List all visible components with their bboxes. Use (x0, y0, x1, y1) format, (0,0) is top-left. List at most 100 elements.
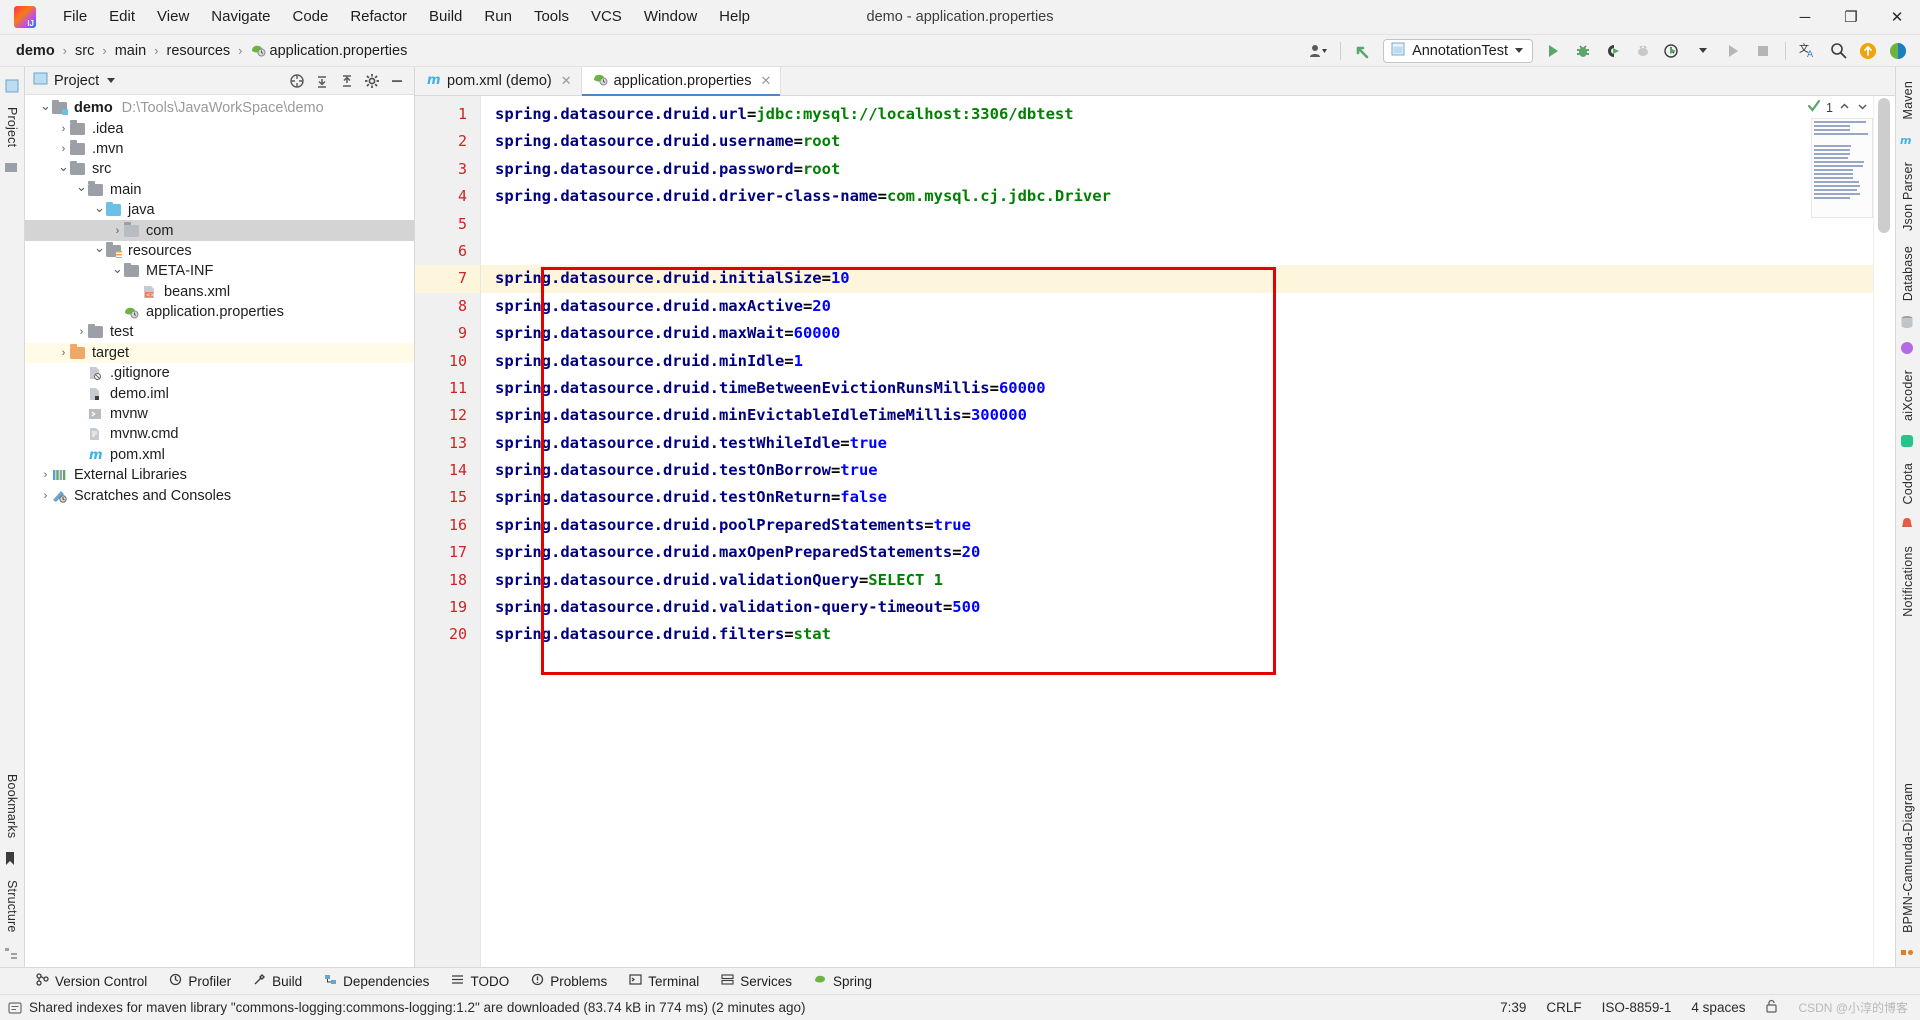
code-line[interactable]: spring.datasource.druid.timeBetweenEvict… (481, 375, 1873, 402)
tree-node-meta-inf[interactable]: ⌄ META-INF (25, 261, 414, 281)
tree-node-beans-xml[interactable]: <> beans.xml (25, 282, 414, 302)
line-number[interactable]: 6 (415, 238, 480, 265)
inspection-widget[interactable]: 1 (1807, 99, 1869, 116)
line-separator[interactable]: CRLF (1546, 1000, 1581, 1015)
maximize-button[interactable]: ❐ (1828, 0, 1874, 34)
stop-button[interactable] (1749, 38, 1777, 64)
tree-node-resources[interactable]: ⌄ resources (25, 240, 414, 261)
rerun-button[interactable] (1719, 38, 1747, 64)
chevron-down-icon[interactable]: ⌄ (111, 261, 124, 276)
menu-run[interactable]: Run (473, 4, 523, 30)
run-dashboard-button[interactable] (1659, 38, 1687, 64)
line-number[interactable]: 15 (415, 484, 480, 511)
strip-button-project[interactable]: Project (5, 99, 19, 155)
code-line[interactable]: spring.datasource.druid.password=root (481, 156, 1873, 183)
run-dashboard-dropdown-icon[interactable] (1689, 38, 1717, 64)
code-line[interactable]: spring.datasource.druid.username=root (481, 128, 1873, 155)
menu-edit[interactable]: Edit (98, 4, 146, 30)
breadcrumb-item-main[interactable]: main (111, 41, 150, 61)
chevron-down-icon[interactable] (1856, 100, 1869, 116)
tool-button-spring[interactable]: Spring (804, 970, 882, 992)
tree-node-mvnw[interactable]: mvnw (25, 404, 414, 424)
menu-refactor[interactable]: Refactor (339, 4, 418, 30)
menu-build[interactable]: Build (418, 4, 473, 30)
strip-button-json-parser[interactable]: Json Parser (1901, 154, 1915, 239)
line-number[interactable]: 20 (415, 621, 480, 648)
line-number[interactable]: 12 (415, 402, 480, 429)
chevron-right-icon[interactable]: › (39, 469, 52, 482)
strip-button-structure[interactable]: Structure (5, 872, 19, 941)
menu-file[interactable]: File (52, 4, 98, 30)
debug-button[interactable] (1569, 38, 1597, 64)
upload-circle-icon[interactable] (1854, 38, 1882, 64)
code-line[interactable] (481, 238, 1873, 265)
strip-button-database[interactable]: Database (1901, 238, 1915, 309)
tool-button-dependencies[interactable]: Dependencies (314, 970, 439, 992)
line-number[interactable]: 11 (415, 375, 480, 402)
code-line[interactable] (481, 211, 1873, 238)
tool-button-terminal[interactable]: Terminal (619, 970, 709, 992)
menu-tools[interactable]: Tools (523, 4, 580, 30)
tree-node-application-properties[interactable]: application.properties (25, 302, 414, 322)
tool-button-todo[interactable]: TODO (441, 970, 519, 992)
tree-node-idea[interactable]: › .idea (25, 118, 414, 138)
indent-setting[interactable]: 4 spaces (1691, 1000, 1745, 1015)
tree-node-src[interactable]: ⌄ src (25, 159, 414, 179)
close-icon[interactable]: ✕ (761, 73, 772, 89)
chevron-right-icon[interactable]: › (57, 142, 70, 155)
tree-node-pom-xml[interactable]: m pom.xml (25, 445, 414, 465)
search-icon[interactable] (1824, 38, 1852, 64)
line-number[interactable]: 3 (415, 156, 480, 183)
editor-area[interactable]: 1 2 3 4 5 6 7 8 9 10 11 12 13 14 15 16 17 18 19 20 spring.d… (415, 96, 1895, 967)
menu-help[interactable]: Help (708, 4, 761, 30)
code-line[interactable]: spring.datasource.druid.poolPreparedStat… (481, 512, 1873, 539)
menu-vcs[interactable]: VCS (580, 4, 633, 30)
line-number[interactable]: 17 (415, 539, 480, 566)
scrollbar-thumb[interactable] (1878, 98, 1890, 233)
code-line[interactable]: spring.datasource.druid.maxActive=20 (481, 293, 1873, 320)
tree-node-demo-iml[interactable]: demo.iml (25, 383, 414, 403)
breadcrumb-item-resources[interactable]: resources (162, 41, 234, 61)
tree-node-test[interactable]: › test (25, 322, 414, 342)
code-line[interactable]: spring.datasource.druid.driver-class-nam… (481, 183, 1873, 210)
strip-button-codota[interactable]: Codota (1901, 455, 1915, 513)
profiler-button[interactable] (1629, 38, 1657, 64)
user-account-icon[interactable] (1304, 38, 1332, 64)
line-number[interactable]: 9 (415, 320, 480, 347)
line-number[interactable]: 8 (415, 293, 480, 320)
tree-node-scratches-and-consoles[interactable]: › Scratches and Consoles (25, 485, 414, 505)
tree-node-java[interactable]: ⌄ java (25, 200, 414, 220)
breadcrumb-item-file[interactable]: application.properties (247, 41, 412, 61)
line-number[interactable]: 5 (415, 211, 480, 238)
chevron-down-icon[interactable]: ⌄ (57, 159, 70, 174)
tool-button-version-control[interactable]: Version Control (26, 970, 157, 992)
tool-button-profiler[interactable]: Profiler (159, 970, 241, 992)
tool-button-problems[interactable]: Problems (521, 970, 617, 992)
chevron-down-icon[interactable] (107, 78, 116, 83)
line-number[interactable]: 2 (415, 128, 480, 155)
line-number-gutter[interactable]: 1 2 3 4 5 6 7 8 9 10 11 12 13 14 15 16 17 18 19 20 (415, 96, 481, 967)
line-number[interactable]: 18 (415, 567, 480, 594)
chevron-down-icon[interactable]: ⌄ (93, 240, 106, 255)
code-line[interactable]: spring.datasource.druid.maxWait=60000 (481, 320, 1873, 347)
caret-position[interactable]: 7:39 (1500, 1000, 1526, 1015)
menu-bar[interactable]: File Edit View Navigate Code Refactor Bu… (52, 4, 761, 30)
code-line[interactable]: spring.datasource.druid.minIdle=1 (481, 348, 1873, 375)
chevron-right-icon[interactable]: › (75, 326, 88, 339)
translate-icon[interactable]: 文A (1794, 38, 1822, 64)
run-button[interactable] (1539, 38, 1567, 64)
tree-node-target[interactable]: › target (25, 342, 414, 364)
code-line[interactable]: spring.datasource.druid.testOnBorrow=tru… (481, 457, 1873, 484)
menu-code[interactable]: Code (281, 4, 339, 30)
code-content[interactable]: spring.datasource.druid.url=jdbc:mysql:/… (481, 96, 1873, 967)
tree-node-mvnw-cmd[interactable]: mvnw.cmd (25, 424, 414, 444)
menu-view[interactable]: View (146, 4, 200, 30)
close-button[interactable]: ✕ (1874, 0, 1920, 34)
line-number[interactable]: 7 (415, 265, 480, 293)
chevron-right-icon[interactable]: › (111, 224, 124, 237)
editor-minimap[interactable] (1811, 118, 1873, 218)
tree-node-main[interactable]: ⌄ main (25, 179, 414, 200)
line-number[interactable]: 13 (415, 430, 480, 457)
menu-navigate[interactable]: Navigate (200, 4, 281, 30)
code-line[interactable]: spring.datasource.druid.validation-query… (481, 594, 1873, 621)
